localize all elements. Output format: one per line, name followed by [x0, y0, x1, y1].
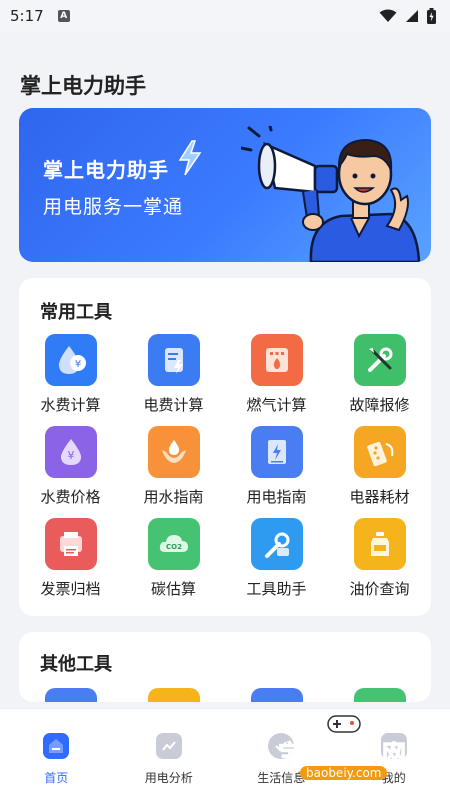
megaphone-person-illustration	[241, 126, 421, 262]
water-guide-icon	[147, 426, 200, 478]
tool-tool-helper[interactable]: 工具助手	[225, 518, 328, 610]
tool-label: 用电指南	[246, 488, 307, 506]
other-tool-icon-peek[interactable]	[354, 688, 406, 702]
analysis-icon	[155, 733, 182, 759]
tool-invoice-archive[interactable]: 发票归档	[19, 518, 122, 610]
promo-banner[interactable]: 掌上电力助手 用电服务一掌通	[19, 108, 431, 262]
banner-title: 掌上电力助手	[43, 158, 169, 182]
tool-gas-calc[interactable]: 燃气计算	[225, 334, 328, 426]
tool-oil-price[interactable]: 油价查询	[328, 518, 431, 610]
svg-text:¥: ¥	[67, 449, 74, 462]
other-tools-heading: 其他工具	[40, 654, 112, 675]
other-tool-icon-peek[interactable]	[148, 688, 200, 702]
power-guide-icon	[250, 426, 303, 478]
tool-electric-fee-calc[interactable]: 电费计算	[122, 334, 225, 426]
status-time: 5:17	[10, 7, 44, 25]
tool-label: 燃气计算	[246, 396, 307, 414]
tool-water-guide[interactable]: 用水指南	[122, 426, 225, 518]
cellular-icon	[406, 10, 418, 22]
common-tools-card: 常用工具 ¥ 水费计算 电费计算 燃气计算 故障报修 ¥ 水费价格 用水指南 用…	[19, 278, 431, 616]
other-tools-peek-row	[0, 688, 450, 702]
gas-icon	[250, 334, 303, 386]
tab-label: 用电分析	[144, 771, 193, 785]
wifi-icon	[379, 9, 397, 22]
tool-label: 电费计算	[143, 396, 204, 414]
repair-icon	[353, 334, 406, 386]
tool-water-fee-calc[interactable]: ¥ 水费计算	[19, 334, 122, 426]
tool-helper-icon	[250, 518, 303, 570]
home-icon	[43, 733, 70, 759]
common-tools-heading: 常用工具	[40, 302, 112, 323]
watermark-url: baobeiy.com	[300, 766, 388, 780]
tool-label: 碳估算	[150, 580, 196, 598]
water-price-icon: ¥	[44, 426, 97, 478]
gamepad-icon	[327, 715, 361, 733]
tool-label: 油价查询	[349, 580, 410, 598]
tool-label: 水费价格	[40, 488, 101, 506]
page-title: 掌上电力助手	[20, 74, 146, 98]
tool-label: 水费计算	[40, 396, 101, 414]
tool-power-guide[interactable]: 用电指南	[225, 426, 328, 518]
svg-text:¥: ¥	[74, 359, 80, 370]
tool-label: 工具助手	[246, 580, 307, 598]
lightning-icon	[178, 140, 202, 176]
watermark-logo: 宝贝游戏网 baobeiy.com	[272, 712, 422, 792]
battery-icon	[427, 8, 436, 24]
tool-label: 发票归档	[40, 580, 101, 598]
tab-label: 首页	[44, 771, 69, 785]
notification-badge-icon: A	[57, 10, 70, 22]
watermark-text: 宝贝游戏网	[278, 740, 408, 769]
tab-analysis[interactable]: 用电分析	[124, 733, 214, 786]
appliance-icon	[353, 426, 406, 478]
tool-carbon-estimate[interactable]: CO2 碳估算	[122, 518, 225, 610]
banner-subtitle: 用电服务一掌通	[43, 196, 184, 218]
status-bar: 5:17 A	[0, 0, 450, 32]
common-tools-grid: ¥ 水费计算 电费计算 燃气计算 故障报修 ¥ 水费价格 用水指南 用电指南 电…	[19, 334, 431, 610]
tool-label: 电器耗材	[349, 488, 410, 506]
other-tool-icon-peek[interactable]	[45, 688, 97, 702]
tool-appliance-supplies[interactable]: 电器耗材	[328, 426, 431, 518]
carbon-icon: CO2	[147, 518, 200, 570]
oil-price-icon	[353, 518, 406, 570]
electric-fee-icon	[147, 334, 200, 386]
tab-home[interactable]: 首页	[11, 733, 101, 786]
water-fee-icon: ¥	[44, 334, 97, 386]
svg-text:CO2: CO2	[166, 543, 182, 551]
tool-fault-repair[interactable]: 故障报修	[328, 334, 431, 426]
tool-label: 故障报修	[349, 396, 410, 414]
other-tool-icon-peek[interactable]	[251, 688, 303, 702]
tool-label: 用水指南	[143, 488, 204, 506]
invoice-icon	[44, 518, 97, 570]
tool-water-price[interactable]: ¥ 水费价格	[19, 426, 122, 518]
